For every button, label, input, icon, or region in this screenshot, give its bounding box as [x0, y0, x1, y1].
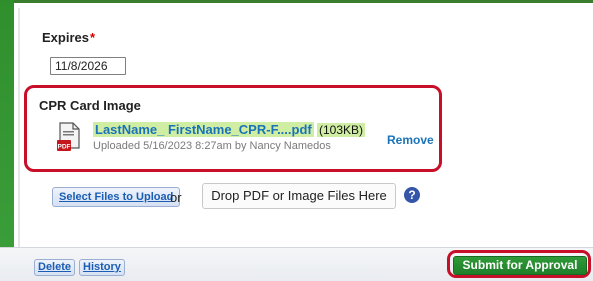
file-drop-zone[interactable]: Drop PDF or Image Files Here: [202, 183, 396, 209]
or-text: or: [170, 190, 182, 205]
file-upload-meta: Uploaded 5/16/2023 8:27am by Nancy Named…: [93, 140, 331, 152]
svg-text:PDF: PDF: [58, 144, 71, 151]
footer-links: Delete History: [34, 259, 129, 276]
submit-highlight: Submit for Approval: [447, 250, 591, 278]
file-size: (103KB): [317, 123, 366, 137]
help-icon[interactable]: ?: [404, 187, 420, 203]
expires-label-text: Expires: [42, 30, 89, 45]
upload-row: Select Files to Upload or Drop PDF or Im…: [38, 183, 438, 209]
uploaded-file-row: PDF LastName_ FirstName_CPR-F....pdf (10…: [57, 120, 434, 164]
history-button[interactable]: History: [79, 259, 125, 276]
pdf-file-icon: PDF: [57, 122, 80, 151]
remove-file-link[interactable]: Remove: [387, 133, 434, 147]
file-name-link[interactable]: LastName_ FirstName_CPR-F....pdf: [93, 122, 314, 137]
form-card: Expires* 11/8/2026 CPR Card Image PDF La…: [18, 8, 585, 280]
submit-for-approval-button[interactable]: Submit for Approval: [453, 256, 587, 275]
left-accent-bar: [0, 0, 14, 280]
cpr-card-section: CPR Card Image PDF LastName_ FirstName_C…: [24, 85, 442, 172]
cpr-card-title: CPR Card Image: [39, 98, 141, 113]
select-files-button[interactable]: Select Files to Upload: [52, 187, 181, 207]
expires-label: Expires*: [42, 30, 95, 45]
expires-date-input[interactable]: 11/8/2026: [50, 57, 126, 75]
required-marker: *: [89, 30, 96, 45]
delete-button[interactable]: Delete: [34, 259, 76, 276]
